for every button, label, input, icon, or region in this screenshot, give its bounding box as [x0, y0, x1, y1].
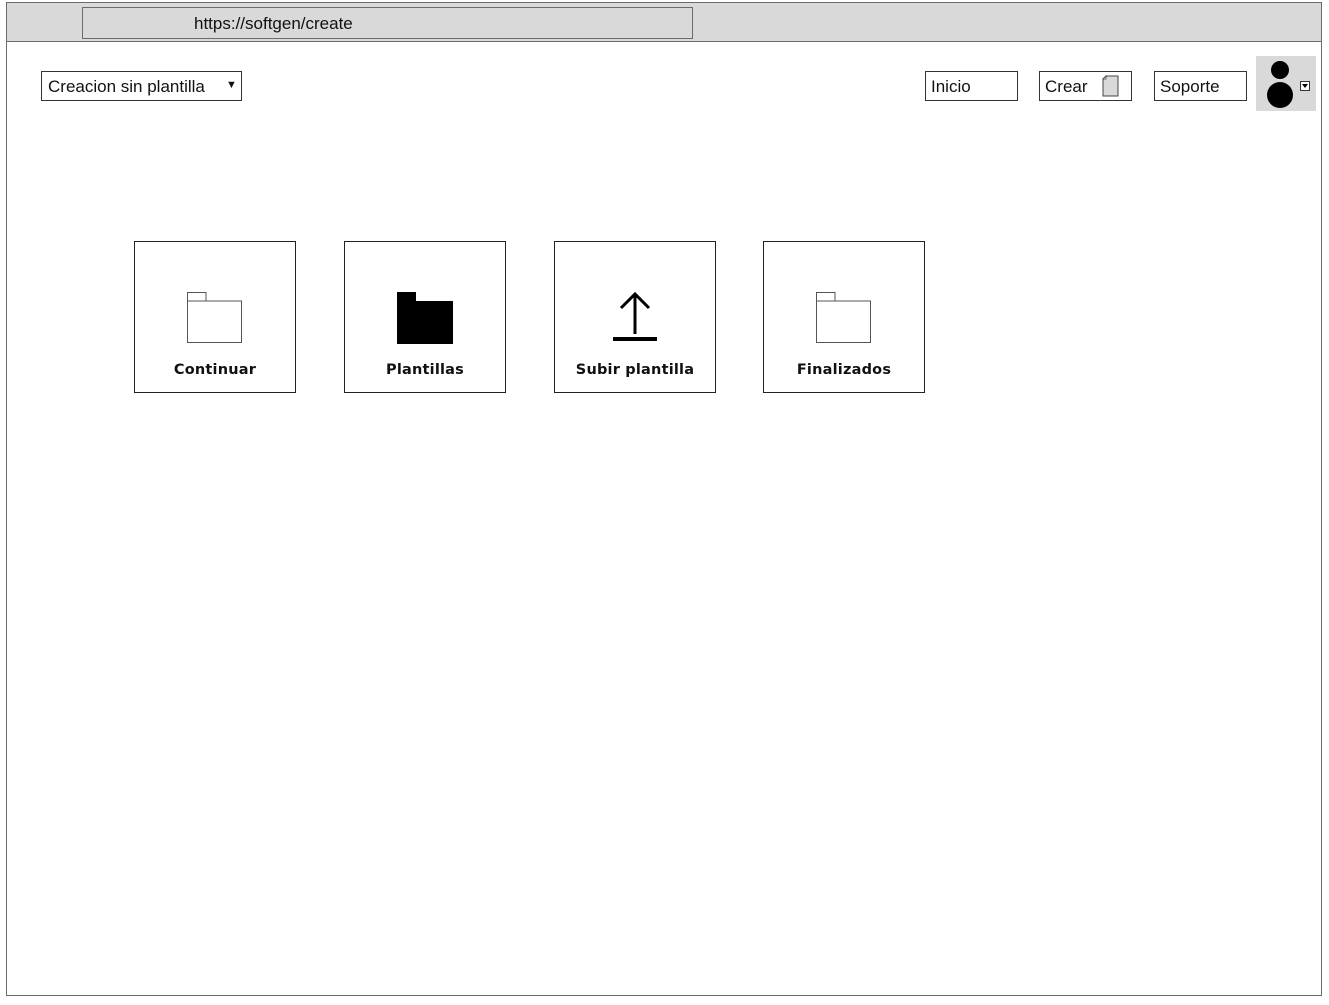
creation-mode-selected-value: Creacion sin plantilla: [48, 77, 205, 96]
tile-subir-plantilla-label: Subir plantilla: [575, 362, 695, 378]
url-input[interactable]: https://softgen/create: [82, 7, 693, 39]
tile-plantillas[interactable]: Plantillas: [344, 241, 506, 393]
tile-continuar-label: Continuar: [173, 362, 257, 378]
document-icon: [1102, 75, 1119, 97]
upload-icon: [613, 292, 657, 341]
nav-inicio-label: Inicio: [931, 77, 971, 96]
browser-address-bar: https://softgen/create: [7, 3, 1321, 42]
nav-inicio-button[interactable]: Inicio: [925, 71, 1018, 101]
creation-mode-select[interactable]: Creacion sin plantilla ▼: [41, 71, 242, 101]
folder-filled-icon: [397, 292, 453, 344]
folder-outline-icon: [187, 292, 242, 343]
url-text: https://softgen/create: [194, 14, 353, 33]
folder-outline-icon: [816, 292, 871, 343]
tile-subir-plantilla[interactable]: Subir plantilla: [554, 241, 716, 393]
tile-continuar[interactable]: Continuar: [134, 241, 296, 393]
user-avatar-icon: [1267, 61, 1293, 108]
nav-soporte-label: Soporte: [1160, 77, 1220, 96]
tile-finalizados[interactable]: Finalizados: [763, 241, 925, 393]
dropdown-caret-icon: [1300, 81, 1310, 91]
nav-soporte-button[interactable]: Soporte: [1154, 71, 1247, 101]
tile-plantillas-label: Plantillas: [386, 362, 464, 378]
select-arrow-icon: ▼: [226, 79, 237, 91]
browser-window: https://softgen/create Creacion sin plan…: [6, 2, 1322, 996]
profile-menu-button[interactable]: [1256, 56, 1316, 111]
nav-crear-label: Crear: [1045, 77, 1088, 96]
tile-finalizados-label: Finalizados: [796, 362, 892, 378]
nav-crear-button[interactable]: Crear: [1039, 71, 1132, 101]
